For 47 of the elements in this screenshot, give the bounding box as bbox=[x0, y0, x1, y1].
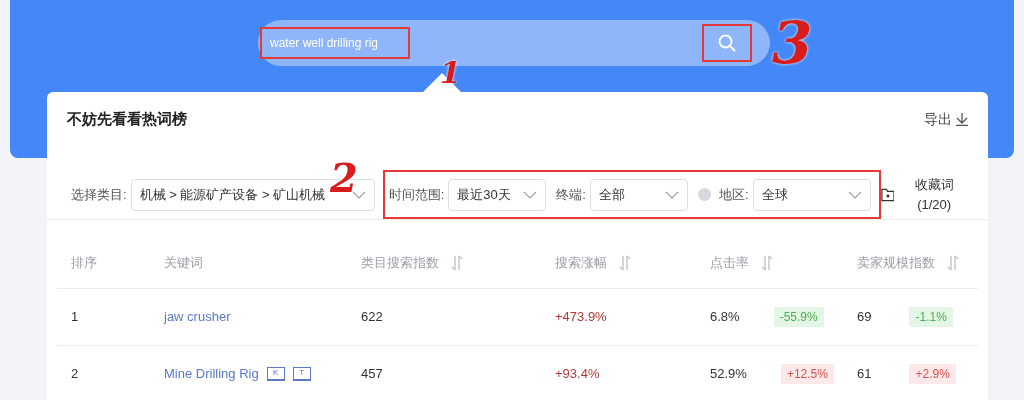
sellers-cell-text: 69 bbox=[857, 307, 872, 326]
card-title: 不妨先看看热词榜 bbox=[67, 109, 187, 129]
keyword-tag: T bbox=[292, 366, 311, 381]
dropdown[interactable]: 全部 bbox=[589, 178, 688, 211]
keyword-link[interactable]: jaw crusher bbox=[164, 306, 231, 327]
chevron-down-icon bbox=[351, 190, 366, 199]
column-header: 类目搜索指数 bbox=[361, 253, 439, 272]
keyword-link[interactable]: Mine Drilling Rig bbox=[164, 363, 259, 384]
sort-icon[interactable] bbox=[947, 254, 959, 271]
rank-cell-text: 1 bbox=[71, 307, 80, 326]
change-badge: +12.5% bbox=[780, 363, 834, 384]
filter-label: 地区: bbox=[718, 185, 749, 204]
column-header: 搜索涨幅 bbox=[555, 253, 607, 272]
filter-label: 选择类目: bbox=[71, 185, 127, 204]
rank-cell-text: 2 bbox=[71, 364, 80, 383]
filter-label: 终端: bbox=[556, 185, 586, 204]
folder-star-icon bbox=[880, 187, 895, 202]
column-header: 点击率 bbox=[710, 253, 749, 272]
change-badge: -55.9% bbox=[773, 306, 824, 327]
sort-icon[interactable] bbox=[619, 254, 631, 271]
ctr-cell-text: 6.8% bbox=[710, 307, 740, 326]
chevron-down-icon bbox=[664, 190, 679, 199]
download-icon bbox=[956, 112, 968, 126]
growth-cell-text: +473.9% bbox=[555, 307, 608, 326]
keyword-tag: K bbox=[266, 366, 285, 381]
sort-icon[interactable] bbox=[451, 254, 463, 271]
help-icon[interactable] bbox=[697, 188, 711, 201]
export-button[interactable]: 导出 bbox=[924, 108, 968, 130]
change-badge: +2.9% bbox=[909, 363, 956, 384]
search-index-cell-text: 457 bbox=[361, 364, 384, 383]
growth-cell-text: +93.4% bbox=[555, 364, 601, 383]
chevron-down-icon bbox=[523, 190, 538, 199]
filter-label: 时间范围: bbox=[388, 185, 445, 204]
ctr-cell-text: 52.9% bbox=[710, 364, 747, 383]
dropdown[interactable]: 最近30天 bbox=[448, 178, 547, 211]
search-index-cell-text: 622 bbox=[361, 307, 384, 326]
search-icon[interactable] bbox=[718, 34, 736, 52]
change-badge: -1.1% bbox=[909, 306, 953, 327]
column-header: 关键词 bbox=[164, 253, 203, 272]
chevron-down-icon bbox=[847, 190, 862, 199]
annotation-number: 3 bbox=[772, 14, 813, 72]
dropdown[interactable]: 全球 bbox=[752, 178, 871, 211]
column-header: 卖家规模指数 bbox=[857, 253, 935, 272]
favorites-button[interactable]: 收藏词(1/20) bbox=[880, 175, 968, 214]
sellers-cell-text: 61 bbox=[857, 364, 872, 383]
sort-icon[interactable] bbox=[761, 254, 773, 271]
column-header: 排序 bbox=[71, 253, 97, 272]
